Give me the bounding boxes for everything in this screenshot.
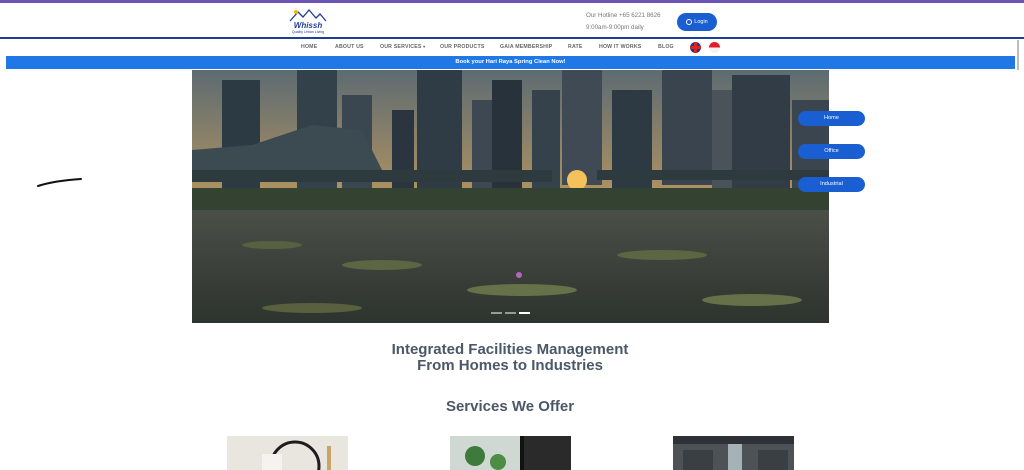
uk-flag-icon[interactable]: [690, 42, 701, 53]
logo-wordmark: Whissh: [293, 21, 323, 30]
nav-item-our-products[interactable]: OUR PRODUCTS: [440, 44, 484, 50]
industrial-warehouse-image: [673, 436, 794, 470]
service-card-office-image[interactable]: [450, 436, 571, 470]
nav-divider: [0, 37, 1024, 39]
service-office-button[interactable]: Office: [798, 144, 865, 159]
carousel-dot-2[interactable]: [505, 312, 516, 314]
hero-carousel[interactable]: [192, 70, 829, 323]
login-button[interactable]: Login: [677, 13, 717, 31]
nav-item-gaia-membership[interactable]: GAIA MEMBERSHIP: [500, 44, 552, 50]
nav-item-how-it-works[interactable]: HOW IT WORKS: [599, 44, 641, 50]
site-logo[interactable]: Whissh Quality Urban Living: [286, 8, 330, 38]
main-nav: HOME ABOUT US OUR SERVICES ▾ OUR PRODUCT…: [0, 42, 1024, 54]
site-header: Whissh Quality Urban Living Our Hotline …: [0, 3, 1024, 38]
service-industrial-button[interactable]: Industrial: [798, 177, 865, 192]
headline-line-1: Integrated Facilities Management: [391, 341, 629, 358]
office-interior-image: [450, 436, 571, 470]
carousel-dot-1[interactable]: [491, 312, 502, 314]
nav-item-rate[interactable]: RATE: [568, 44, 583, 50]
service-card-industrial-image[interactable]: [673, 436, 794, 470]
login-label: Login: [694, 19, 708, 25]
home-interior-image: [227, 436, 348, 470]
user-icon: [686, 19, 693, 25]
nav-item-our-services-label: OUR SERVICES: [380, 44, 422, 50]
service-home-button[interactable]: Home: [798, 111, 865, 126]
hero-cityscape-image: [192, 70, 829, 323]
logo-mountains-icon: [289, 8, 327, 22]
hotline-text: Our Hotline +65 6221 8626: [586, 12, 661, 19]
service-card-home-image[interactable]: [227, 436, 348, 470]
carousel-indicators: [491, 312, 531, 314]
services-section-title: Services We Offer: [445, 398, 575, 415]
nav-item-our-services[interactable]: OUR SERVICES ▾: [380, 44, 425, 50]
logo-tagline: Quality Urban Living: [291, 30, 325, 34]
hero-headline: Integrated Facilities Management From Ho…: [300, 342, 720, 374]
sg-flag-icon[interactable]: [709, 42, 720, 53]
headline-line-2: From Homes to Industries: [417, 357, 603, 374]
scrollbar[interactable]: [1017, 40, 1019, 70]
nav-item-blog[interactable]: BLOG: [658, 44, 674, 50]
nav-item-about-us[interactable]: ABOUT US: [335, 44, 364, 50]
pen-stroke-mark: [37, 178, 82, 187]
carousel-dot-3[interactable]: [519, 312, 530, 314]
nav-item-home[interactable]: HOME: [301, 44, 317, 50]
chevron-down-icon: ▾: [423, 44, 426, 49]
hours-text: 9:00am-9:00pm daily: [586, 24, 644, 31]
promo-banner[interactable]: Book your Hari Raya Spring Clean Now!: [6, 56, 1015, 69]
